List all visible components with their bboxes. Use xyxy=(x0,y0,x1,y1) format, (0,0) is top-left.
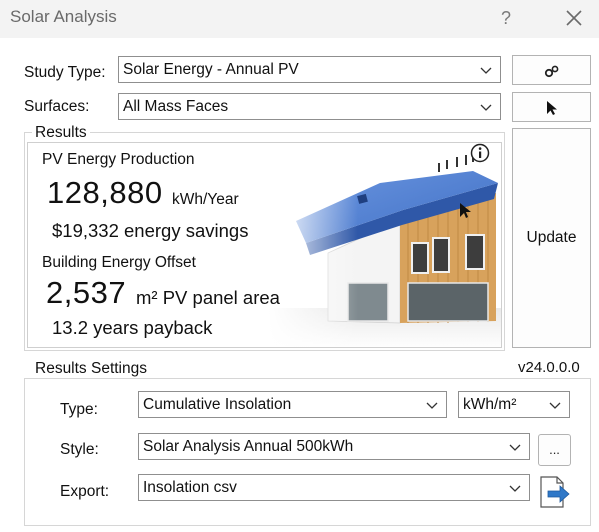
chevron-down-icon xyxy=(549,402,561,409)
surfaces-label: Surfaces: xyxy=(24,98,90,115)
close-button[interactable] xyxy=(560,4,588,32)
style-value: Solar Analysis Annual 500kWh xyxy=(143,438,354,455)
payback-text: 13.2 years payback xyxy=(52,317,213,338)
pv-area-value: 2,537 xyxy=(46,275,127,310)
chevron-down-icon xyxy=(426,402,438,409)
study-type-dropdown[interactable]: Solar Energy - Annual PV xyxy=(118,56,501,83)
results-settings-title: Results Settings xyxy=(32,360,150,378)
pv-energy-heading: PV Energy Production xyxy=(42,151,195,168)
unit-dropdown[interactable]: kWh/m² xyxy=(458,391,570,418)
surfaces-dropdown[interactable]: All Mass Faces xyxy=(118,93,501,120)
help-button[interactable]: ? xyxy=(494,4,518,32)
chevron-down-icon xyxy=(509,485,521,492)
study-type-value: Solar Energy - Annual PV xyxy=(123,61,299,78)
export-dropdown[interactable]: Insolation csv xyxy=(138,474,530,501)
update-button-label: Update xyxy=(526,229,577,246)
export-label: Export: xyxy=(60,483,110,500)
unit-value: kWh/m² xyxy=(463,396,517,413)
type-value: Cumulative Insolation xyxy=(143,396,292,413)
info-icon[interactable] xyxy=(470,143,490,163)
results-group-title: Results xyxy=(32,124,90,142)
title-bar: Solar Analysis ? xyxy=(0,0,599,38)
chevron-down-icon xyxy=(480,67,492,74)
window-title: Solar Analysis xyxy=(10,7,117,26)
building-energy-offset-heading: Building Energy Offset xyxy=(42,254,196,271)
analysis-settings-button[interactable] xyxy=(512,55,591,85)
surfaces-value: All Mass Faces xyxy=(123,98,229,115)
pick-surfaces-button[interactable] xyxy=(512,92,591,122)
close-icon xyxy=(566,10,582,26)
study-type-label: Study Type: xyxy=(24,64,106,81)
results-panel: PV Energy Production 128,880 kWh/Year $1… xyxy=(27,142,502,348)
energy-savings-text: $19,332 energy savings xyxy=(52,220,249,241)
type-label: Type: xyxy=(60,401,98,418)
cursor-icon xyxy=(547,101,557,115)
style-more-label: ... xyxy=(549,442,560,457)
style-label: Style: xyxy=(60,441,99,458)
pv-energy-value: 128,880 xyxy=(47,175,163,210)
version-label: v24.0.0.0 xyxy=(518,359,580,376)
type-dropdown[interactable]: Cumulative Insolation xyxy=(138,391,447,418)
export-value: Insolation csv xyxy=(143,479,237,496)
update-button[interactable]: Update xyxy=(512,128,591,348)
export-arrow-icon xyxy=(540,476,570,508)
export-button[interactable] xyxy=(538,475,572,509)
style-more-button[interactable]: ... xyxy=(538,434,571,466)
chevron-down-icon xyxy=(480,104,492,111)
style-dropdown[interactable]: Solar Analysis Annual 500kWh xyxy=(138,433,530,460)
chevron-down-icon xyxy=(509,444,521,451)
pv-area-unit: m² PV panel area xyxy=(136,287,280,308)
pv-energy-unit: kWh/Year xyxy=(172,191,239,208)
gears-icon xyxy=(544,65,559,78)
